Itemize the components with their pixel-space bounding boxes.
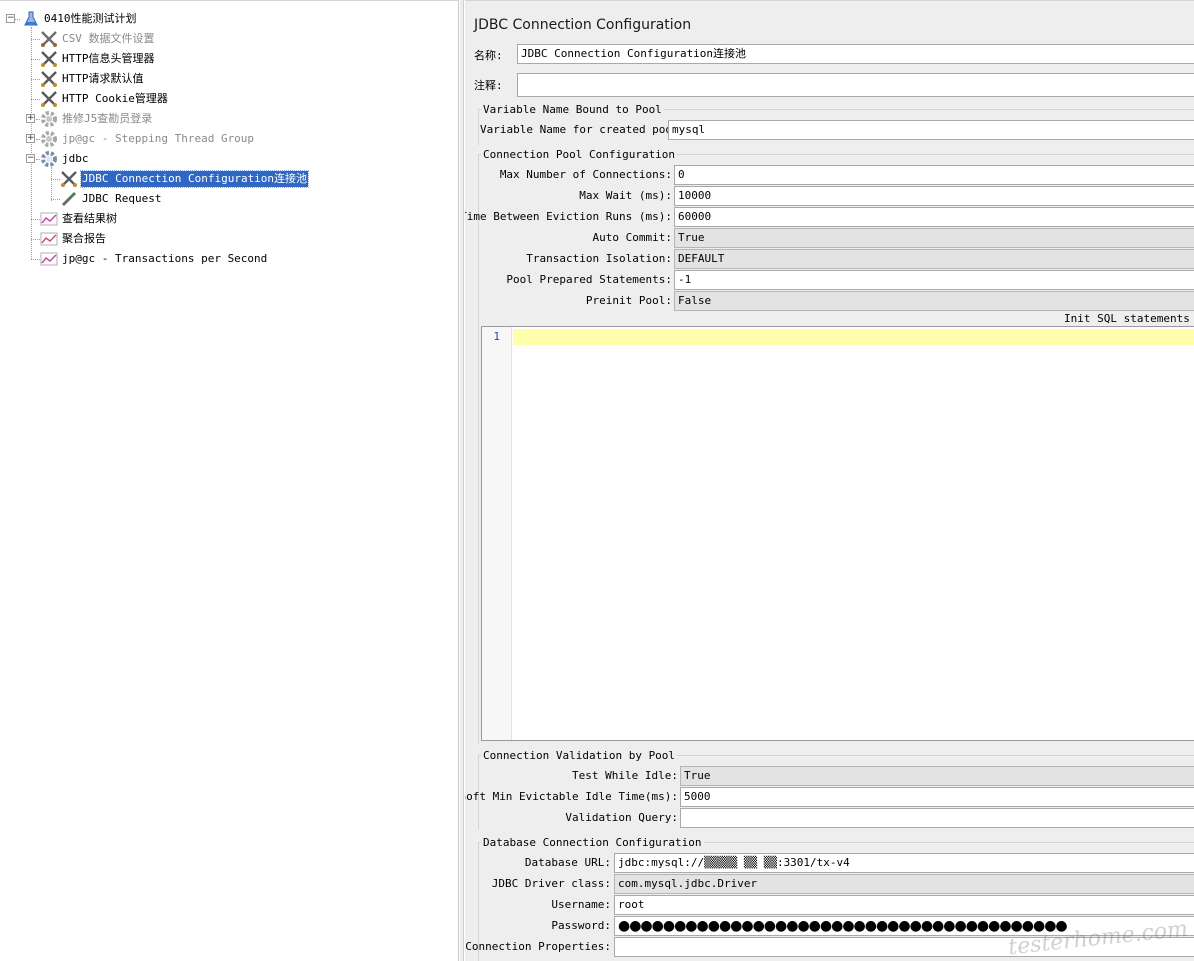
scissors-icon: [40, 90, 58, 108]
username-label: Username:: [551, 898, 611, 911]
tree-item-label: jdbc: [62, 152, 89, 165]
max-wait-input[interactable]: 10000: [674, 186, 1194, 206]
driver-class-label: JDBC Driver class:: [491, 877, 611, 890]
tree-item-aggregate-report[interactable]: 聚合报告: [40, 229, 107, 249]
test-while-idle-select[interactable]: True: [680, 766, 1194, 786]
tree-item-label: CSV 数据文件设置: [62, 32, 155, 45]
transaction-isolation-select[interactable]: DEFAULT: [674, 249, 1194, 269]
auto-commit-select[interactable]: True: [674, 228, 1194, 248]
tree-item-label: JDBC Request: [82, 192, 162, 205]
password-label: Password:: [551, 919, 611, 932]
scissors-icon: [60, 170, 78, 188]
name-label: 名称:: [474, 49, 503, 62]
soft-min-idle-time-label: Soft Min Evictable Idle Time(ms):: [465, 790, 678, 803]
tree-item-label: jp@gc - Stepping Thread Group: [62, 132, 255, 145]
tree-item-label: 推修J5查勘员登录: [62, 112, 153, 125]
current-line-highlight: [513, 329, 1194, 345]
tree-item-http-request-defaults[interactable]: HTTP请求默认值: [40, 69, 145, 89]
tree-item-transactions-per-second[interactable]: jp@gc - Transactions per Second: [40, 249, 268, 269]
tree-item-jdbc-connection-config[interactable]: JDBC Connection Configuration连接池: [60, 169, 310, 189]
transaction-isolation-label: Transaction Isolation:: [526, 252, 672, 265]
preinit-pool-select[interactable]: False: [674, 291, 1194, 311]
panel-splitter[interactable]: [460, 0, 464, 961]
pool-prepared-statements-label: Pool Prepared Statements:: [506, 273, 672, 286]
jdbc-group-collapse-toggle[interactable]: −: [26, 154, 35, 163]
auto-commit-label: Auto Commit:: [592, 231, 672, 244]
tree-item-thread-group-login[interactable]: 推修J5查勘员登录: [40, 109, 153, 129]
tree-item-label: HTTP Cookie管理器: [62, 92, 168, 105]
gear-icon: [40, 150, 58, 168]
test-plan-tree[interactable]: − 0410性能测试计划 CSV 数据文件设置 HTTP信息头管理器 HTTP请…: [0, 0, 459, 961]
pipette-icon: [60, 190, 78, 208]
tree-item-csv-data-set[interactable]: CSV 数据文件设置: [40, 29, 156, 49]
soft-min-idle-time-input[interactable]: 5000: [680, 787, 1194, 807]
scissors-icon: [40, 70, 58, 88]
max-connections-label: Max Number of Connections:: [499, 168, 672, 181]
validation-query-label: Validation Query:: [565, 811, 678, 824]
tree-item-test-plan[interactable]: 0410性能测试计划: [22, 9, 138, 29]
root-collapse-toggle[interactable]: −: [6, 14, 15, 23]
validation-group-title: Connection Validation by Pool: [481, 749, 678, 762]
scissors-icon: [40, 50, 58, 68]
gear-icon: [40, 130, 58, 148]
tree-item-view-results-tree[interactable]: 查看结果树: [40, 209, 118, 229]
tree-item-jdbc-thread-group[interactable]: jdbc: [40, 149, 90, 169]
variable-name-label: Variable Name for created pool:: [480, 123, 686, 136]
stepping-group-expand-toggle[interactable]: +: [26, 134, 35, 143]
database-url-label: Database URL:: [524, 856, 611, 869]
flask-icon: [22, 10, 40, 28]
scissors-icon: [40, 30, 58, 48]
database-group-title: Database Connection Configuration: [481, 836, 704, 849]
test-while-idle-label: Test While Idle:: [572, 769, 678, 782]
eviction-runs-label: Time Between Eviction Runs (ms):: [465, 210, 672, 223]
chart-icon: [40, 210, 58, 228]
validation-query-input[interactable]: [680, 808, 1194, 828]
comment-label: 注释:: [474, 79, 503, 92]
comment-input[interactable]: [517, 73, 1194, 97]
chart-icon: [40, 230, 58, 248]
username-input[interactable]: root: [614, 895, 1194, 915]
tree-item-http-header-manager[interactable]: HTTP信息头管理器: [40, 49, 156, 69]
tree-item-label: jp@gc - Transactions per Second: [62, 252, 268, 265]
eviction-runs-input[interactable]: 60000: [674, 207, 1194, 227]
chart-icon: [40, 250, 58, 268]
max-wait-label: Max Wait (ms):: [579, 189, 672, 202]
pool-group-title: Connection Pool Configuration: [481, 148, 678, 161]
preinit-pool-label: Preinit Pool:: [585, 294, 672, 307]
page-title: JDBC Connection Configuration: [474, 17, 692, 33]
max-connections-input[interactable]: 0: [674, 165, 1194, 185]
driver-class-select[interactable]: com.mysql.jdbc.Driver: [614, 874, 1194, 894]
tree-item-label: 聚合报告: [62, 232, 106, 245]
variable-name-input[interactable]: mysql: [668, 120, 1194, 140]
line-number-gutter: 1: [482, 327, 512, 740]
init-sql-label: Init SQL statements se: [1064, 312, 1194, 325]
line-number: 1: [493, 330, 500, 343]
database-url-input[interactable]: jdbc:mysql://▒▒▒▒▒ ▒▒ ▒▒:3301/tx-v4: [614, 853, 1194, 873]
thread-group-expand-toggle[interactable]: +: [26, 114, 35, 123]
tree-item-label: JDBC Connection Configuration连接池: [79, 170, 310, 188]
tree-item-http-cookie-manager[interactable]: HTTP Cookie管理器: [40, 89, 169, 109]
tree-item-label: 查看结果树: [62, 212, 117, 225]
tree-item-label: 0410性能测试计划: [44, 12, 137, 25]
pool-prepared-statements-input[interactable]: -1: [674, 270, 1194, 290]
jdbc-config-panel: JDBC Connection Configuration 名称: JDBC C…: [465, 0, 1194, 961]
init-sql-editor[interactable]: 1: [481, 326, 1194, 741]
name-input[interactable]: JDBC Connection Configuration连接池: [517, 44, 1194, 64]
connection-properties-label: Connection Properties:: [465, 940, 611, 953]
tree-item-stepping-thread-group[interactable]: jp@gc - Stepping Thread Group: [40, 129, 255, 149]
tree-item-label: HTTP信息头管理器: [62, 52, 155, 65]
tree-item-label: HTTP请求默认值: [62, 72, 144, 85]
variable-group-title: Variable Name Bound to Pool: [481, 103, 664, 116]
gear-icon: [40, 110, 58, 128]
tree-item-jdbc-request[interactable]: JDBC Request: [60, 189, 162, 209]
